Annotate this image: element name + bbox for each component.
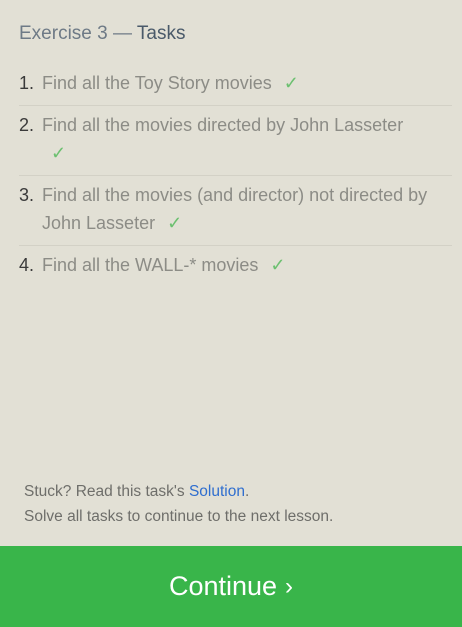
stuck-line: Stuck? Read this task's Solution.: [24, 479, 333, 504]
continue-button[interactable]: Continue ›: [0, 546, 462, 627]
exercise-header: Exercise 3 — Tasks: [19, 23, 186, 45]
continue-label: Continue: [168, 571, 278, 601]
task-label: Find all the movies directed by John Las…: [42, 115, 404, 135]
help-footer: Stuck? Read this task's Solution. Solve …: [24, 479, 333, 529]
task-list: 1. Find all the Toy Story movies ✓ 2. Fin…: [19, 64, 452, 287]
chevron-right-icon: ›: [285, 572, 294, 600]
checkmark-icon: ✓: [270, 255, 286, 275]
task-item: 2. Find all the movies directed by John …: [19, 106, 452, 176]
task-item: 3. Find all the movies (and director) no…: [19, 176, 452, 246]
task-text: Find all the Toy Story movies ✓: [42, 69, 452, 97]
continue-instruction: Solve all tasks to continue to the next …: [24, 508, 334, 525]
task-text: Find all the movies (and director) not d…: [42, 181, 452, 237]
task-label: Find all the Toy Story movies: [42, 73, 272, 93]
task-text: Find all the WALL-* movies ✓: [42, 251, 452, 279]
checkmark-icon: ✓: [51, 143, 67, 163]
task-number: 3.: [19, 185, 35, 205]
tasks-panel: Exercise 3 — Tasks 1. Find all the Toy S…: [0, 0, 462, 627]
task-number: 1.: [19, 73, 35, 93]
checkmark-icon: ✓: [167, 213, 183, 233]
stuck-suffix: .: [244, 483, 250, 500]
stuck-prefix: Stuck? Read this task's: [24, 483, 189, 500]
task-text: Find all the movies directed by John Las…: [42, 111, 452, 167]
tasks-label: Tasks: [136, 23, 186, 44]
task-label: Find all the WALL-* movies: [42, 255, 259, 275]
solution-link[interactable]: Solution: [189, 483, 245, 500]
task-number: 2.: [19, 115, 35, 135]
task-label: Find all the movies (and director) not d…: [42, 185, 428, 233]
header-separator: —: [107, 23, 137, 44]
task-item: 1. Find all the Toy Story movies ✓: [19, 64, 452, 106]
checkmark-icon: ✓: [283, 73, 299, 93]
task-item: 4. Find all the WALL-* movies ✓: [19, 246, 452, 287]
exercise-title: Exercise 3: [19, 23, 108, 44]
task-number: 4.: [19, 255, 35, 275]
